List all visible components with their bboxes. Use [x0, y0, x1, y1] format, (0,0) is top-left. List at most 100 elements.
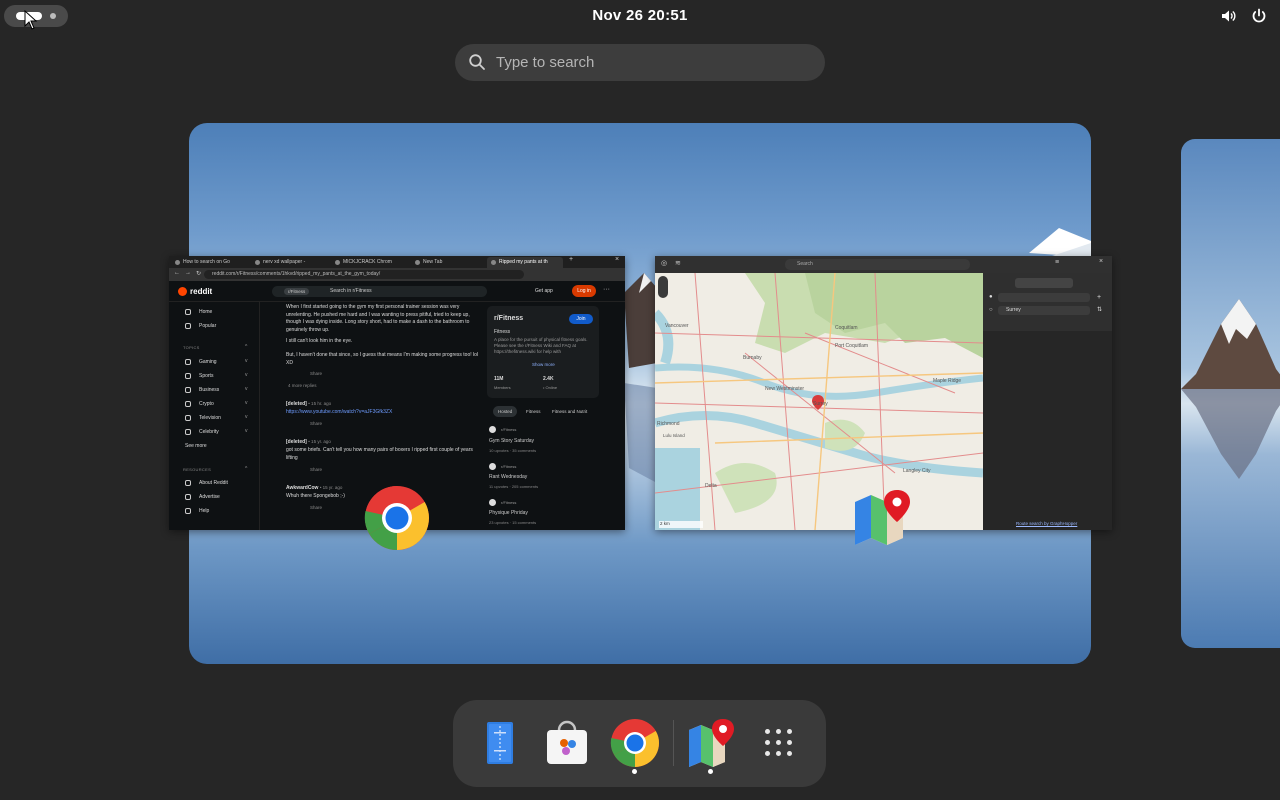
sidebar-header-topics[interactable]: TOPICS [183, 345, 200, 350]
chrome-icon[interactable] [610, 718, 660, 768]
reddit-search-input[interactable]: r/Fitness Search in r/Fitness [272, 286, 487, 297]
route-from-field[interactable] [998, 293, 1090, 302]
chevron-up-icon[interactable]: ^ [245, 344, 247, 350]
sidebar-item-celebrity[interactable]: Celebrity [199, 429, 219, 435]
sidebar-item-advertise[interactable]: Advertise [199, 494, 220, 500]
comment-text: When I first started going to the gym my… [286, 304, 470, 333]
route-to-field[interactable]: Surrey [998, 306, 1090, 315]
browser-tab[interactable]: nerv xd wallpaper - [251, 257, 327, 268]
new-tab-icon[interactable]: + [569, 256, 573, 263]
members-label: Members [494, 385, 511, 390]
back-icon[interactable]: ← [174, 270, 180, 276]
community-card: r/Fitness Join Fitness A place for the p… [487, 306, 599, 398]
comment-author[interactable]: [deleted] [286, 401, 307, 407]
browser-tab[interactable]: How to search on Go [171, 257, 247, 268]
layers-icon[interactable]: ≋ [675, 259, 681, 267]
chevron-down-icon[interactable]: v [245, 372, 248, 378]
sidebar-item-television[interactable]: Television [199, 415, 221, 421]
menu-icon[interactable]: ≡ [1055, 259, 1059, 266]
browser-tab[interactable]: MICKJCRACK Chrom [331, 257, 407, 268]
share-button[interactable]: Share [310, 420, 505, 428]
reddit-search-placeholder: Search in r/Fitness [330, 288, 372, 294]
maps-icon [855, 490, 910, 545]
community-name[interactable]: r/Fitness [494, 315, 523, 322]
maps-search-input[interactable]: Search [785, 259, 970, 270]
reddit-header: reddit r/Fitness Search in r/Fitness Get… [169, 281, 625, 302]
software-center-icon[interactable] [542, 718, 592, 768]
celebrity-icon [185, 429, 191, 435]
pill-hosted[interactable]: Hosted [493, 406, 518, 417]
reverse-route-icon[interactable]: ⇅ [1097, 306, 1102, 315]
chevron-down-icon[interactable]: v [245, 358, 248, 364]
address-bar[interactable]: reddit.com/r/Fitness/comments/1hkvd/ripp… [204, 270, 524, 279]
comment-link[interactable]: https://www.youtube.com/watch?v=aJF3Gfk3… [286, 409, 481, 417]
map-label-langley-city: Langley City [903, 468, 931, 474]
chevron-down-icon[interactable]: v [245, 428, 248, 434]
sidebar-item-help[interactable]: Help [199, 508, 209, 514]
browser-tab[interactable]: New Tab [411, 257, 487, 268]
maps-window-thumbnail[interactable]: ◎ ≋ Search ≡ × 2 km Vancouver Burnaby Po… [655, 256, 1112, 530]
reddit-logo-icon[interactable] [178, 287, 187, 296]
running-indicator [632, 769, 637, 774]
chevron-up-icon[interactable]: ^ [245, 466, 247, 472]
sidebar-item-about[interactable]: About Reddit [199, 480, 228, 486]
get-app-button[interactable]: Get app [535, 288, 553, 294]
reddit-wordmark[interactable]: reddit [190, 287, 212, 296]
browser-toolbar: ← → ↻ reddit.com/r/Fitness/comments/1hkv… [169, 268, 625, 281]
see-more-link[interactable]: See more [185, 443, 207, 449]
login-button[interactable]: Log in [572, 285, 596, 297]
pill-fitness-nutrition[interactable]: Fitness and Nutrit [547, 406, 592, 417]
forward-icon[interactable]: → [185, 270, 191, 276]
post-title[interactable]: Gym Story Saturday [489, 438, 534, 444]
zoom-controls[interactable] [658, 276, 668, 298]
pill-fitness[interactable]: Fitness [521, 406, 546, 417]
sidebar-header-resources[interactable]: RESOURCES [183, 467, 211, 472]
show-apps-icon[interactable] [754, 718, 804, 768]
route-panel: ● + ○ Surrey ⇅ Route search by GraphHopp… [983, 273, 1112, 530]
text-editor-icon[interactable] [474, 718, 524, 768]
share-button[interactable]: Share [310, 370, 505, 378]
join-button[interactable]: Join [569, 314, 593, 324]
sidebar-item-gaming[interactable]: Gaming [199, 359, 217, 365]
sidebar-item-popular[interactable]: Popular [199, 323, 216, 329]
search-input[interactable]: Type to search [455, 44, 825, 81]
transport-mode-selector[interactable] [1015, 278, 1073, 288]
clock[interactable]: Nov 26 20:51 [540, 7, 740, 24]
post-title[interactable]: Physique Phriday [489, 510, 528, 516]
post-title[interactable]: Rant Wednesday [489, 474, 527, 480]
reload-icon[interactable]: ↻ [196, 270, 201, 277]
power-icon[interactable] [1250, 7, 1268, 25]
chevron-down-icon[interactable]: v [245, 400, 248, 406]
next-workspace-preview[interactable] [1181, 139, 1280, 648]
location-icon[interactable]: ◎ [661, 259, 667, 267]
close-icon[interactable]: × [615, 256, 619, 263]
business-icon [185, 387, 191, 393]
map-view[interactable]: 2 km Vancouver Burnaby Port Coquitlam Co… [655, 273, 983, 530]
maps-headerbar: ◎ ≋ Search ≡ × [655, 256, 1112, 273]
browser-tab-active[interactable]: Ripped my pants at th [487, 257, 563, 268]
show-more-link[interactable]: Show more [532, 362, 555, 367]
subreddit-chip[interactable]: r/Fitness [284, 288, 310, 295]
sidebar-item-crypto[interactable]: Crypto [199, 401, 214, 407]
post-subreddit[interactable]: r/Fitness [501, 500, 516, 505]
graphhopper-link[interactable]: Route search by GraphHopper [1016, 521, 1077, 526]
comment-author[interactable]: AwkwardCow [286, 485, 318, 491]
close-icon[interactable]: × [1099, 258, 1103, 265]
post-subreddit[interactable]: r/Fitness [501, 464, 516, 469]
online-count: 2.4K [543, 376, 554, 382]
add-stop-icon[interactable]: + [1097, 293, 1101, 302]
system-tray[interactable] [1220, 7, 1268, 25]
sidebar-item-business[interactable]: Business [199, 387, 219, 393]
sidebar-item-sports[interactable]: Sports [199, 373, 213, 379]
sidebar-item-home[interactable]: Home [199, 309, 212, 315]
volume-icon[interactable] [1220, 7, 1238, 25]
post-subreddit[interactable]: r/Fitness [501, 427, 516, 432]
more-options-icon[interactable]: ··· [603, 286, 610, 293]
chevron-down-icon[interactable]: v [245, 414, 248, 420]
more-replies-link[interactable]: 4 more replies [288, 382, 483, 390]
chevron-down-icon[interactable]: v [245, 386, 248, 392]
map-label-maple-ridge: Maple Ridge [933, 378, 962, 384]
comment-author[interactable]: [deleted] [286, 439, 307, 445]
maps-icon[interactable] [686, 718, 736, 768]
share-button[interactable]: Share [310, 466, 505, 474]
